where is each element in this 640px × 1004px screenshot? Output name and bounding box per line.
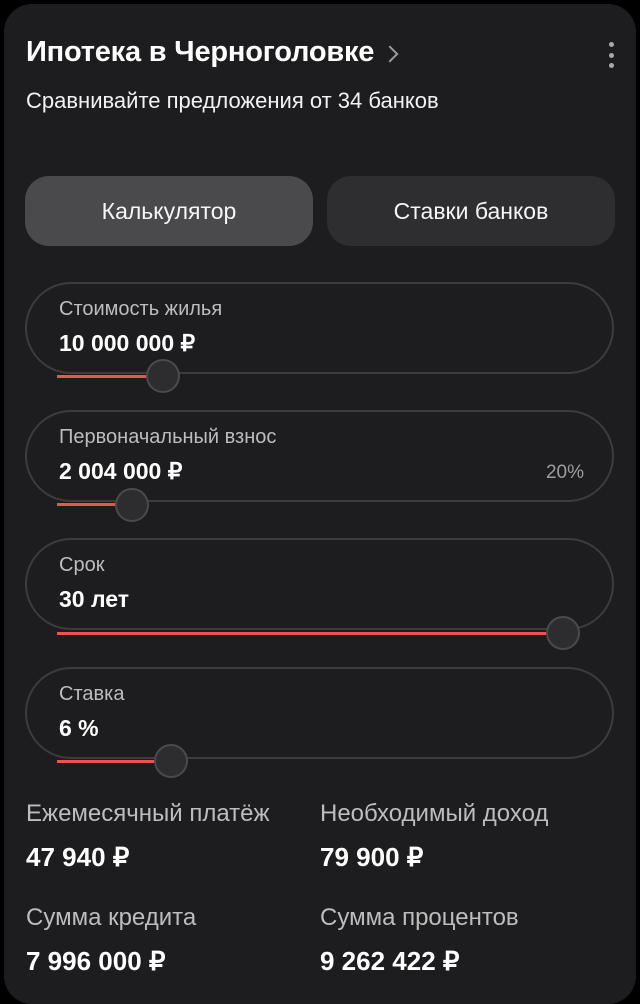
rate-label: Ставка [59, 683, 125, 705]
mortgage-widget-card: Ипотека в Черноголовке Сравнивайте предл… [4, 4, 636, 1004]
term-field[interactable]: Срок 30 лет [25, 538, 614, 630]
interest-amount-value: 9 262 422 ₽ [320, 946, 460, 976]
loan-amount-label: Сумма кредита [26, 904, 197, 931]
widget-subtitle: Сравнивайте предложения от 34 банков [26, 88, 439, 113]
title-link[interactable]: Ипотека в Черноголовке [26, 36, 399, 69]
down-payment-value[interactable]: 2 004 000 ₽ [59, 458, 182, 485]
monthly-payment-label: Ежемесячный платёж [26, 800, 270, 827]
interest-amount-label: Сумма процентов [320, 904, 519, 931]
tab-bank-rates[interactable]: Ставки банков [327, 176, 615, 246]
property-price-value[interactable]: 10 000 000 ₽ [59, 330, 195, 357]
required-income-value: 79 900 ₽ [320, 842, 424, 872]
loan-amount-value: 7 996 000 ₽ [26, 946, 166, 976]
property-price-field[interactable]: Стоимость жилья 10 000 000 ₽ [25, 282, 614, 374]
more-vertical-icon[interactable] [608, 42, 614, 68]
down-payment-field[interactable]: Первоначальный взнос 2 004 000 ₽ 20% [25, 410, 614, 502]
down-payment-slider-handle[interactable] [115, 488, 149, 522]
chevron-right-icon[interactable] [381, 45, 399, 62]
required-income-label: Необходимый доход [320, 800, 549, 827]
down-payment-percent: 20% [545, 462, 584, 483]
term-label: Срок [59, 554, 105, 576]
rate-value[interactable]: 6 % [59, 715, 99, 742]
term-slider-handle[interactable] [546, 616, 580, 650]
term-slider-fill [57, 632, 567, 635]
widget-title[interactable]: Ипотека в Черноголовке [26, 36, 374, 69]
tab-calculator[interactable]: Калькулятор [25, 176, 313, 246]
rate-field[interactable]: Ставка 6 % [25, 667, 614, 759]
property-price-label: Стоимость жилья [59, 298, 223, 320]
down-payment-label: Первоначальный взнос [59, 426, 277, 448]
monthly-payment-value: 47 940 ₽ [26, 842, 130, 872]
property-price-slider-handle[interactable] [146, 359, 180, 393]
rate-slider-handle[interactable] [154, 744, 188, 778]
term-value[interactable]: 30 лет [59, 586, 129, 613]
